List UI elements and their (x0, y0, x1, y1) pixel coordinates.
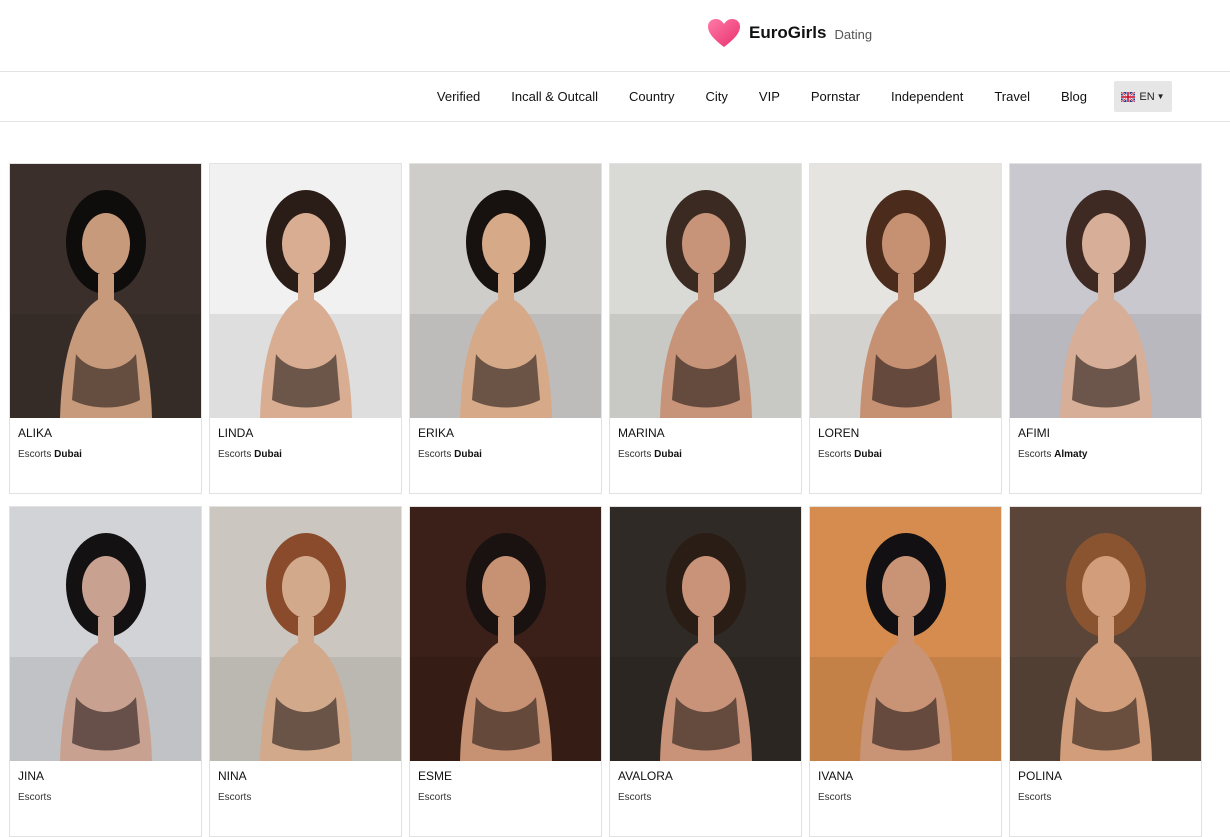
nav-item-country[interactable]: Country (629, 89, 675, 104)
profile-category: Escorts (618, 449, 652, 460)
nav-item-pornstar[interactable]: Pornstar (811, 89, 860, 104)
profile-card[interactable]: IVANA Escorts (809, 506, 1002, 837)
profile-name[interactable]: ERIKA (410, 418, 601, 440)
profile-city[interactable]: Dubai (654, 449, 682, 460)
profile-city[interactable]: Dubai (54, 449, 82, 460)
profile-location: Escorts Dubai (210, 440, 401, 460)
profile-name[interactable]: AFIMI (1010, 418, 1201, 440)
profile-card[interactable]: AFIMI Escorts Almaty (1009, 163, 1202, 494)
profile-card[interactable]: MARINA Escorts Dubai (609, 163, 802, 494)
language-label: EN (1139, 90, 1155, 103)
profile-name[interactable]: POLINA (1010, 761, 1201, 783)
profile-location: Escorts Almaty (1010, 440, 1201, 460)
profile-card[interactable]: LINDA Escorts Dubai (209, 163, 402, 494)
nav-item-verified[interactable]: Verified (437, 89, 480, 104)
profile-grid: ALIKA Escorts Dubai LINDA Escorts Dubai ERIK… (9, 163, 1202, 837)
profile-city[interactable]: Dubai (854, 449, 882, 460)
profile-category: Escorts (1018, 449, 1052, 460)
profile-card[interactable]: ERIKA Escorts Dubai (409, 163, 602, 494)
caret-down-icon: ▼ (1156, 92, 1165, 101)
profile-name[interactable]: JINA (10, 761, 201, 783)
brand-subtitle: Dating (834, 27, 873, 42)
profile-category: Escorts (818, 449, 852, 460)
profile-location: Escorts (810, 783, 1001, 803)
profile-category: Escorts (18, 449, 52, 460)
profile-name[interactable]: LOREN (810, 418, 1001, 440)
nav-item-blog[interactable]: Blog (1061, 89, 1087, 104)
nav-menu: Verified Incall & Outcall Country City VIP Po… (437, 81, 1172, 112)
uk-flag-icon (1121, 91, 1136, 102)
profile-city[interactable]: Dubai (254, 449, 282, 460)
profile-photo[interactable] (410, 507, 601, 761)
profile-location: Escorts (210, 783, 401, 803)
profile-name[interactable]: NINA (210, 761, 401, 783)
brand-logo[interactable]: EuroGirls Dating (707, 18, 872, 48)
site-header: EuroGirls Dating (0, 0, 1230, 72)
profile-photo[interactable] (1010, 507, 1201, 761)
profile-photo[interactable] (10, 164, 201, 418)
profile-location: Escorts (1010, 783, 1201, 803)
profile-card[interactable]: ALIKA Escorts Dubai (9, 163, 202, 494)
heart-logo-icon (708, 19, 740, 47)
profile-card[interactable]: LOREN Escorts Dubai (809, 163, 1002, 494)
profile-city[interactable]: Almaty (1054, 449, 1087, 460)
profile-location: Escorts (10, 783, 201, 803)
language-selector[interactable]: EN ▼ (1114, 81, 1172, 112)
profile-location: Escorts Dubai (610, 440, 801, 460)
profile-photo[interactable] (810, 507, 1001, 761)
profile-location: Escorts Dubai (810, 440, 1001, 460)
profile-photo[interactable] (1010, 164, 1201, 418)
profile-card[interactable]: POLINA Escorts (1009, 506, 1202, 837)
profile-category: Escorts (418, 792, 452, 803)
profile-photo[interactable] (410, 164, 601, 418)
profile-card[interactable]: NINA Escorts (209, 506, 402, 837)
profile-name[interactable]: ALIKA (10, 418, 201, 440)
nav-item-incall-outcall[interactable]: Incall & Outcall (511, 89, 598, 104)
nav-item-vip[interactable]: VIP (759, 89, 780, 104)
profile-name[interactable]: LINDA (210, 418, 401, 440)
profile-photo[interactable] (610, 507, 801, 761)
profile-name[interactable]: MARINA (610, 418, 801, 440)
profile-category: Escorts (218, 449, 252, 460)
profile-photo[interactable] (210, 507, 401, 761)
profile-photo[interactable] (810, 164, 1001, 418)
profile-location: Escorts Dubai (410, 440, 601, 460)
profile-category: Escorts (618, 792, 652, 803)
nav-item-city[interactable]: City (706, 89, 728, 104)
profile-card[interactable]: JINA Escorts (9, 506, 202, 837)
profile-category: Escorts (818, 792, 852, 803)
profile-location: Escorts Dubai (10, 440, 201, 460)
main-navigation: Verified Incall & Outcall Country City VIP Po… (0, 72, 1230, 122)
profile-location: Escorts (610, 783, 801, 803)
profile-city[interactable]: Dubai (454, 449, 482, 460)
profile-name[interactable]: IVANA (810, 761, 1001, 783)
profile-category: Escorts (418, 449, 452, 460)
nav-item-independent[interactable]: Independent (891, 89, 963, 104)
profile-category: Escorts (1018, 792, 1052, 803)
profile-photo[interactable] (610, 164, 801, 418)
nav-item-travel[interactable]: Travel (994, 89, 1030, 104)
profile-name[interactable]: AVALORA (610, 761, 801, 783)
profile-card[interactable]: ESME Escorts (409, 506, 602, 837)
brand-name: EuroGirls (749, 23, 827, 42)
profile-photo[interactable] (210, 164, 401, 418)
profile-location: Escorts (410, 783, 601, 803)
profile-name[interactable]: ESME (410, 761, 601, 783)
profile-photo[interactable] (10, 507, 201, 761)
profile-category: Escorts (18, 792, 52, 803)
profile-category: Escorts (218, 792, 252, 803)
profile-card[interactable]: AVALORA Escorts (609, 506, 802, 837)
